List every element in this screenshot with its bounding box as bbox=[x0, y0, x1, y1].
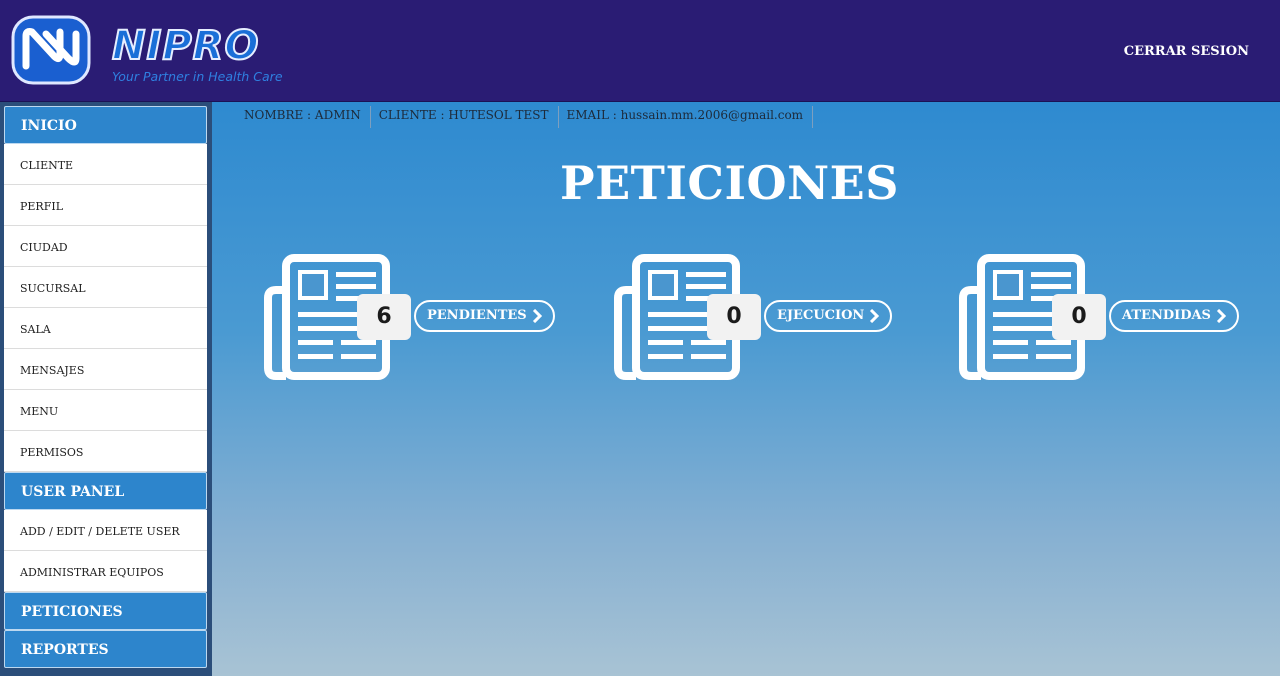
sidebar-item-menu[interactable]: MENU bbox=[4, 390, 207, 431]
page-title: PETICIONES bbox=[560, 156, 899, 210]
sidebar-item-permisos[interactable]: PERMISOS bbox=[4, 431, 207, 472]
pendientes-button[interactable]: PENDIENTES bbox=[414, 300, 555, 332]
atendidas-label: ATENDIDAS bbox=[1122, 308, 1211, 323]
sidebar-item-cliente[interactable]: CLIENTE bbox=[4, 144, 207, 185]
ejecucion-count: 0 bbox=[707, 294, 761, 340]
sidebar-section-user-panel[interactable]: USER PANEL bbox=[4, 472, 207, 510]
sidebar-item-ciudad[interactable]: CIUDAD bbox=[4, 226, 207, 267]
chevron-right-icon bbox=[532, 309, 542, 323]
sidebar-item-administrar-equipos[interactable]: ADMINISTRAR EQUIPOS bbox=[4, 551, 207, 592]
ejecucion-label: EJECUCION bbox=[777, 308, 865, 323]
sidebar-section-reportes[interactable]: REPORTES bbox=[4, 630, 207, 668]
top-header: NIPRO Your Partner in Health Care CERRAR… bbox=[0, 0, 1280, 102]
sidebar: INICIO CLIENTE PERFIL CIUDAD SUCURSAL SA… bbox=[0, 102, 212, 676]
user-name: NOMBRE : ADMIN bbox=[236, 106, 371, 128]
main-content: NOMBRE : ADMIN CLIENTE : HUTESOL TEST EM… bbox=[212, 102, 1280, 676]
user-email: EMAIL : hussain.mm.2006@gmail.com bbox=[559, 106, 814, 128]
pendientes-count: 6 bbox=[357, 294, 411, 340]
atendidas-button[interactable]: ATENDIDAS bbox=[1109, 300, 1239, 332]
nipro-logo: NIPRO Your Partner in Health Care bbox=[10, 14, 300, 90]
status-card-atendidas: 0 ATENDIDAS bbox=[959, 254, 1249, 384]
brand-name: NIPRO bbox=[111, 23, 260, 69]
sidebar-item-sucursal[interactable]: SUCURSAL bbox=[4, 267, 207, 308]
ejecucion-button[interactable]: EJECUCION bbox=[764, 300, 893, 332]
status-card-pendientes: 6 PENDIENTES bbox=[264, 254, 555, 384]
chevron-right-icon bbox=[870, 309, 880, 323]
chevron-right-icon bbox=[1216, 309, 1226, 323]
brand-tagline: Your Partner in Health Care bbox=[112, 69, 283, 84]
sidebar-item-perfil[interactable]: PERFIL bbox=[4, 185, 207, 226]
pendientes-label: PENDIENTES bbox=[427, 308, 527, 323]
sidebar-section-inicio[interactable]: INICIO bbox=[4, 106, 207, 144]
sidebar-item-mensajes[interactable]: MENSAJES bbox=[4, 349, 207, 390]
nipro-logo-mark-icon bbox=[11, 15, 91, 85]
sidebar-item-sala[interactable]: SALA bbox=[4, 308, 207, 349]
atendidas-count: 0 bbox=[1052, 294, 1106, 340]
sidebar-item-manage-users[interactable]: ADD / EDIT / DELETE USER bbox=[4, 510, 207, 551]
user-info-bar: NOMBRE : ADMIN CLIENTE : HUTESOL TEST EM… bbox=[236, 106, 814, 128]
status-card-ejecucion: 0 EJECUCION bbox=[614, 254, 904, 384]
logout-link[interactable]: CERRAR SESION bbox=[1124, 44, 1249, 59]
user-client: CLIENTE : HUTESOL TEST bbox=[371, 106, 559, 128]
sidebar-section-peticiones[interactable]: PETICIONES bbox=[4, 592, 207, 630]
